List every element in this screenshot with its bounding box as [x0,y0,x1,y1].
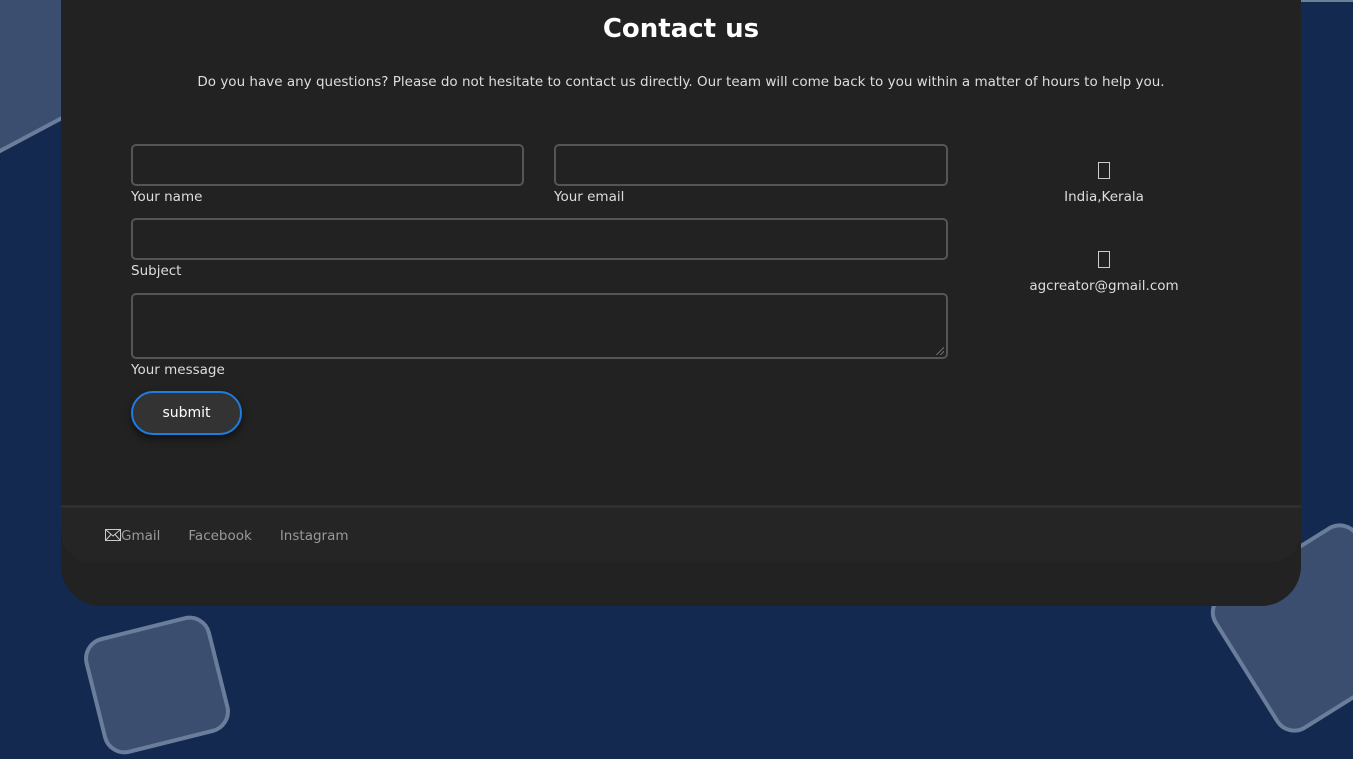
subject-input[interactable] [131,218,948,260]
envelope-icon [105,529,121,541]
decorative-square [79,611,235,759]
email-text: agcreator@gmail.com [1029,278,1179,294]
message-textarea[interactable] [131,293,948,359]
footer-link-facebook[interactable]: Facebook [188,528,251,544]
email-label: Your email [554,189,625,205]
location-icon [1098,162,1110,179]
name-input[interactable] [131,144,524,186]
footer-link-gmail[interactable]: Gmail [105,528,160,544]
message-label: Your message [131,362,225,378]
intro-text: Do you have any questions? Please do not… [197,74,1165,90]
location-text: India,Kerala [1064,189,1144,205]
footer-link-instagram[interactable]: Instagram [280,528,349,544]
info-location: India,Kerala [991,162,1217,205]
footer: Gmail Facebook Instagram [61,505,1301,562]
email-icon [1098,251,1110,268]
contact-card: Contact us Do you have any questions? Pl… [61,0,1301,606]
email-input[interactable] [554,144,948,186]
subject-label: Subject [131,263,182,279]
page-title: Contact us [602,14,760,44]
resize-handle[interactable] [936,347,944,355]
info-email: agcreator@gmail.com [991,251,1217,294]
submit-button[interactable]: submit [131,391,242,435]
name-label: Your name [131,189,203,205]
